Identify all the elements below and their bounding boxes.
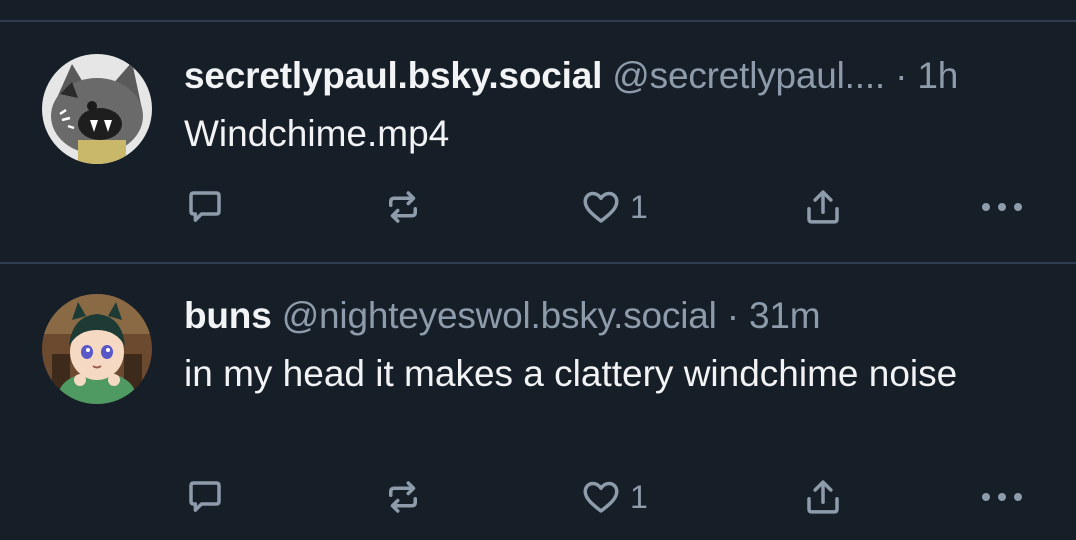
avatar[interactable] [42,54,152,164]
anime-character-avatar-icon [42,294,152,404]
share-button[interactable] [802,476,844,518]
display-name[interactable]: buns [184,295,272,336]
separator-dot: · [726,295,739,336]
repost-icon [389,191,417,223]
like-count: 1 [630,478,648,515]
post-header: buns @nighteyeswol.bsky.social · 31m [184,294,821,338]
repost-button[interactable] [382,186,424,228]
post-item[interactable]: secretlypaul.bsky.social @secretlypaul..… [0,22,1076,262]
share-button[interactable] [802,186,844,228]
like-button[interactable]: 1 [580,476,648,518]
timestamp[interactable]: 31m [749,295,821,336]
display-name[interactable]: secretlypaul.bsky.social [184,55,602,96]
more-options-button[interactable] [978,186,1026,228]
post-header: secretlypaul.bsky.social @secretlypaul..… [184,54,958,98]
heart-icon [583,481,619,513]
heart-icon [583,191,619,223]
handle[interactable]: @secretlypaul.... [612,55,885,96]
share-icon [807,480,839,514]
handle[interactable]: @nighteyeswol.bsky.social [282,295,717,336]
share-icon [807,190,839,224]
reply-icon [189,191,221,222]
ellipsis-icon [982,203,1022,211]
like-button[interactable]: 1 [580,186,648,228]
repost-icon [389,481,417,513]
reply-button[interactable] [184,476,226,518]
post-item[interactable]: buns @nighteyeswol.bsky.social · 31m in … [0,264,1076,540]
reply-button[interactable] [184,186,226,228]
gray-cat-avatar-icon [42,54,152,164]
timestamp[interactable]: 1h [917,55,958,96]
more-options-button[interactable] [978,476,1026,518]
ellipsis-icon [982,493,1022,501]
separator-dot: · [895,55,908,96]
post-text: in my head it makes a clattery windchime… [184,353,958,394]
avatar[interactable] [42,294,152,404]
repost-button[interactable] [382,476,424,518]
post-text: Windchime.mp4 [184,113,450,154]
like-count: 1 [630,188,648,225]
reply-icon [189,481,221,512]
